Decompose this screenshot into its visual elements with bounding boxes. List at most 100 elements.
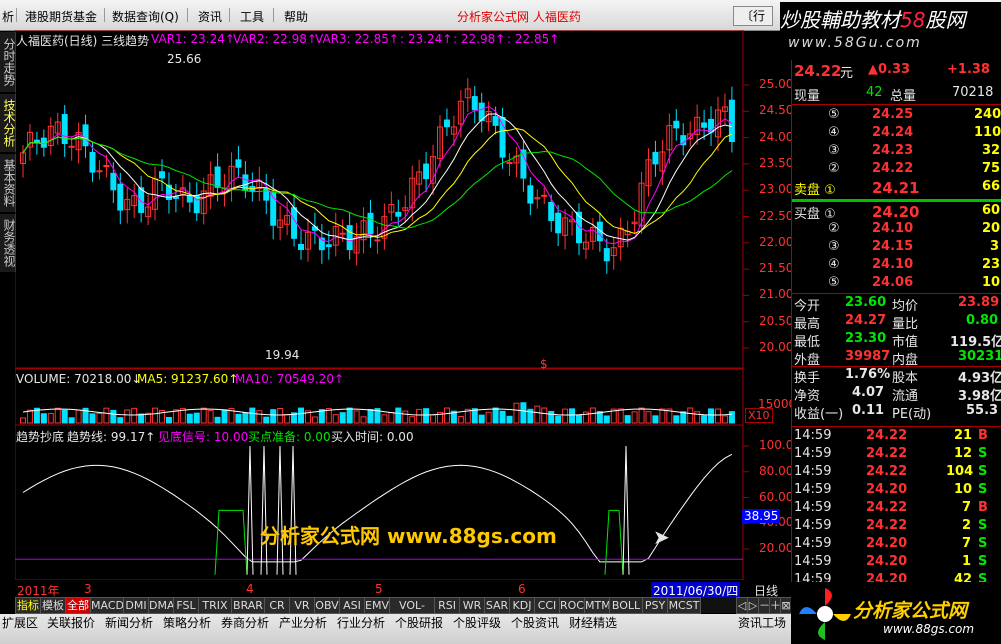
bottom-menu-item[interactable]: 个股评级 [453,616,501,630]
indicator-tab-wr[interactable]: WR [459,597,485,614]
tab-intraday[interactable]: 分时走势 [0,32,16,92]
bottom-menu-item[interactable]: 策略分析 [163,616,211,630]
stat-label: 均价 [892,299,919,314]
tick-row: 14:59 24.20 10 S [792,482,1001,500]
ask-level-name: ② [828,161,840,176]
indicator-tab-roc[interactable]: ROC [559,597,585,614]
indicator-tab-emv[interactable]: EMV [364,597,390,614]
tick-volume: 104 [946,464,974,479]
menu-data-query[interactable]: 数据查询(Q) [112,8,179,25]
indicator-tab-模板[interactable]: 模板 [40,597,66,614]
return-button[interactable]: 〔行 [733,6,773,26]
tick-price: 24.20 [866,536,908,551]
indicator-tab-psy[interactable]: PSY [642,597,668,614]
candle-body [492,115,499,126]
volume-bar [548,410,555,424]
volume-bar [416,408,423,424]
mouse-cursor-icon: ➤ [653,525,670,549]
volume-bar [541,407,548,424]
bottom-menu-item[interactable]: 扩展区 [2,616,38,630]
indicator-tab-brar[interactable]: BRAR [231,597,265,614]
tick-time: 14:59 [794,536,832,551]
tab-fundamentals[interactable]: 基本资料 [0,154,16,212]
indicator-tab-vr[interactable]: VR [289,597,315,614]
indicator-tab-asi[interactable]: ASI [339,597,365,614]
menu-hk-futures[interactable]: 港股期货基金 [25,8,97,25]
indicator-tab-指标[interactable]: 指标 [15,597,41,614]
tick-price: 24.22 [866,500,908,515]
brand-text-b: 股网 [925,8,966,32]
indicator-tab-kdj[interactable]: KDJ [509,597,535,614]
bottom-menu-info-workshop[interactable]: 资讯工场 [738,616,786,630]
bottom-menu-item[interactable]: 券商分析 [221,616,269,630]
indicator-tab-全部[interactable]: 全部 [65,597,91,614]
volume-bar [638,407,645,424]
volume-bar [353,410,360,424]
menu-tools[interactable]: 工具 [240,8,264,25]
indicator-tab-fsl[interactable]: FSL [173,597,199,614]
volume-bar [687,407,694,424]
tick-direction: S [978,446,988,461]
tab-technical[interactable]: 技术分析 [0,94,16,152]
volume-bar [103,407,110,424]
volume-unit-badge: X10 [745,408,773,423]
indicator-tab-vol-tdx[interactable]: VOL-TDX [389,597,435,627]
volume-bar [728,411,735,424]
indicator-tab-rsi[interactable]: RSI [434,597,460,614]
bid-level-name: 买盘 ① [794,207,836,222]
stat-label: PE(动) [892,407,932,422]
ask-level-row: 卖盘 ① 24.21 66 [792,179,1001,198]
indicator-tab-mcst[interactable]: MCST [667,597,701,614]
indicator-tab-cci[interactable]: CCI [534,597,560,614]
bottom-menu-item[interactable]: 财经精选 [569,616,617,630]
candle-body [186,194,193,203]
menu-stub[interactable]: 析 [2,8,14,25]
extra3-label: : 22.85↑ [507,32,560,46]
buy-prepare-block [604,509,624,575]
kline-chart[interactable] [15,30,791,580]
bottom-menu-item[interactable]: 新闻分析 [105,616,153,630]
indicator-tab-sar[interactable]: SAR [484,597,510,614]
volume-bar [332,414,339,424]
volume-bar [89,413,96,424]
now-volume-label: 现量 [794,89,821,104]
indicator-tab-mtm[interactable]: MTM [584,597,611,614]
tab-finance[interactable]: 财务透视 [0,214,16,272]
tick-row: 14:59 24.20 7 S [792,536,1001,554]
volume-bar [207,410,214,424]
indicator-tab-trix[interactable]: TRIX [198,597,232,614]
stat-label: 股本 [892,371,919,386]
volume-row: 现量 42 总量 70218 [792,85,1001,104]
bid-volume: 23 [982,257,1001,272]
indicator-tab-macd[interactable]: MACD [90,597,124,614]
bottom-menu-item[interactable]: 行业分析 [337,616,385,630]
tick-direction: S [978,536,988,551]
bottom-menu-item[interactable]: 产业分析 [279,616,327,630]
indicator-tab-boll[interactable]: BOLL [609,597,643,614]
indicator-tab-obv[interactable]: OBV [314,597,340,614]
volume-bar [715,408,721,424]
volume-bar [652,415,659,424]
volume-bar [311,416,318,424]
volume-bar [96,412,103,424]
indicator-tab-cr[interactable]: CR [264,597,290,614]
chart-area[interactable]: 人福医药(日线) 三线趋势 VAR1: 23.24↑ VAR2: 22.98↑ … [15,30,801,599]
tick-price: 24.22 [866,446,908,461]
volume-bar [284,414,291,424]
tick-direction: S [978,518,988,533]
bottom-menu-item[interactable]: 关联报价 [47,616,95,630]
bottom-menu-item[interactable]: 个股资讯 [511,616,559,630]
bid-volume: 20 [982,221,1001,236]
indicator-tab-dma[interactable]: DMA [148,597,175,614]
volume-bar [263,416,270,424]
menu-news[interactable]: 资讯 [198,8,222,25]
ask-volume: 240 [974,107,1001,122]
indicator-tab-dmi[interactable]: DMI [123,597,149,614]
buy-prepare-label: 买点准备: 0.00 [248,430,331,444]
menu-help[interactable]: 帮助 [284,8,308,25]
bid-level-row: ④ 24.10 23 [792,257,1001,275]
bid-price: 24.20 [872,203,920,221]
volume-bar [256,410,263,424]
volume-bar [193,412,200,424]
bottom-menu-item[interactable]: 个股研报 [395,616,443,630]
